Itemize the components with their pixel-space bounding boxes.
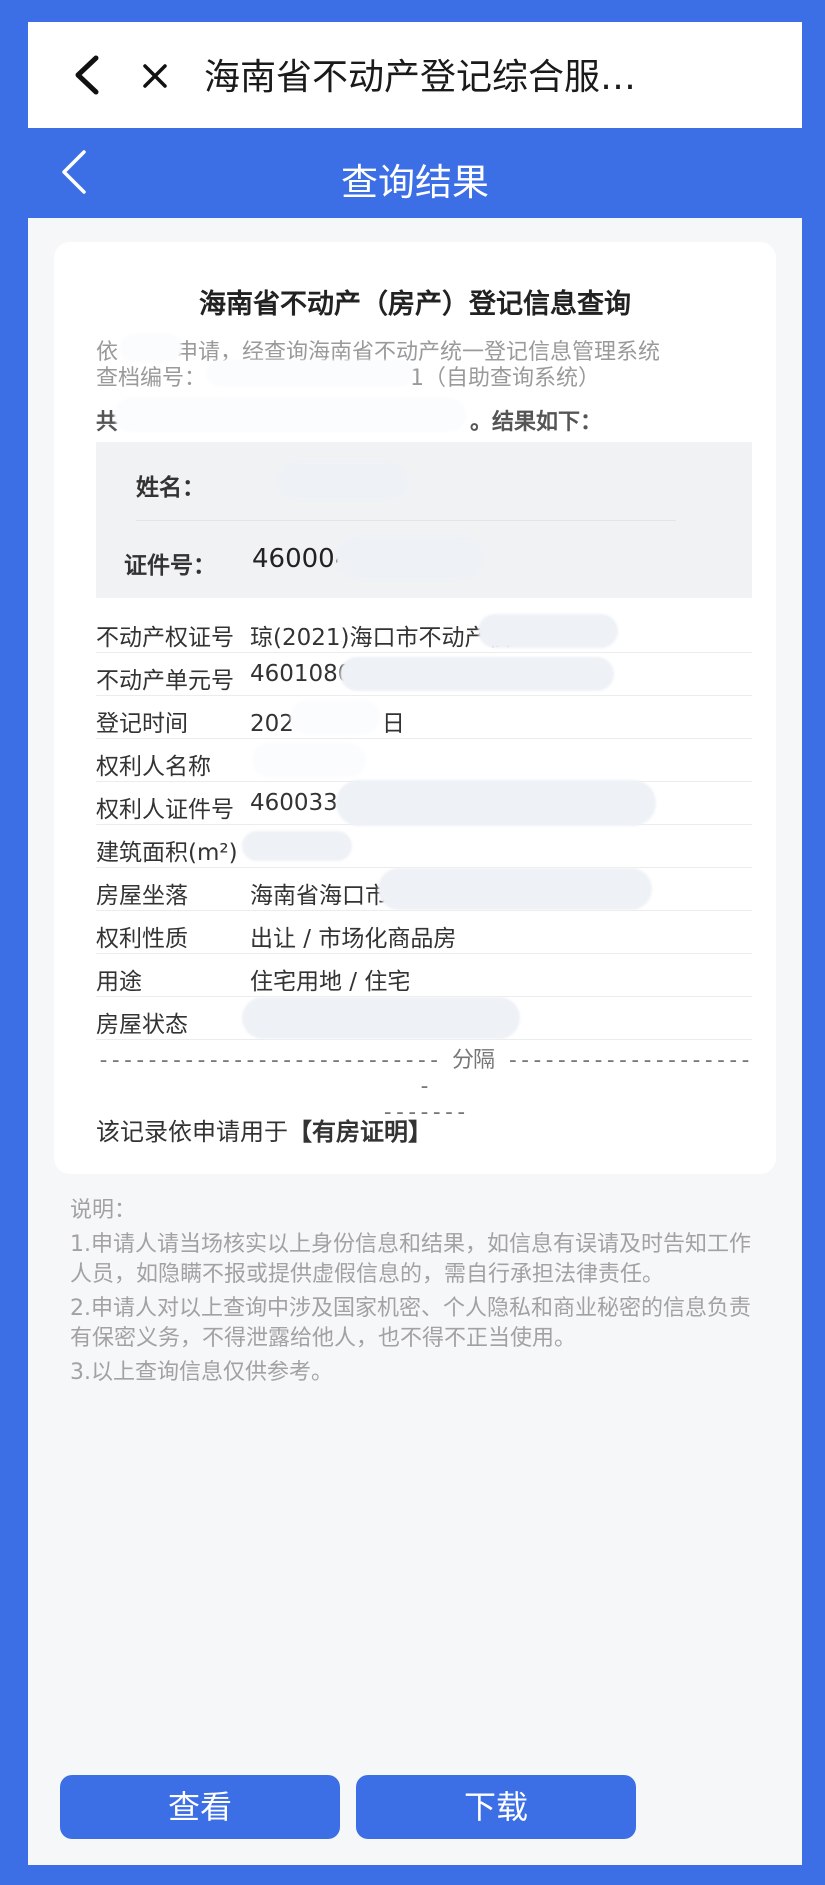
table-row: 用途 住宅用地 / 住宅 (96, 954, 752, 997)
redaction (242, 997, 520, 1039)
page-title: 查询结果 (341, 161, 489, 204)
notes-heading: 说明： (70, 1198, 137, 1223)
property-table: 不动产权证号 琼(2021)海口市不动产权 不动产单元号 4601080 登记时… (96, 610, 752, 1040)
card-title: 海南省不动产（房产）登记信息查询 (199, 289, 631, 320)
redaction (336, 536, 484, 580)
table-row: 不动产权证号 琼(2021)海口市不动产权 (96, 610, 752, 653)
field-value: 住宅用地 / 住宅 (250, 969, 411, 995)
table-row: 建筑面积(m²) (96, 825, 752, 868)
view-button[interactable]: 查看 (60, 1775, 340, 1839)
field-value: 出让 / 市场化商品房 (250, 926, 457, 952)
field-label: 房屋坐落 (96, 883, 188, 909)
name-label: 姓名： (136, 475, 205, 501)
table-row: 不动产单元号 4601080 (96, 653, 752, 696)
window-title: 海南省不动产登记综合服… (204, 57, 637, 98)
field-label: 不动产权证号 (96, 625, 234, 651)
field-label: 建筑面积(m²) (96, 840, 238, 866)
table-row: 权利人证件号 4600331 (96, 780, 752, 826)
identity-box: 姓名： 证件号： 460004 (96, 442, 752, 598)
usage-purpose: 【有房证明】 (288, 1118, 432, 1146)
field-value: 4601080 (250, 661, 353, 687)
note-item: 1.申请人请当场核实以上身份信息和结果，如信息有误请及时告知工作人员，如隐瞒不报… (70, 1232, 751, 1287)
field-label: 用途 (96, 969, 142, 995)
window-topbar: 海南省不动产登记综合服… (28, 22, 802, 128)
field-label: 权利人名称 (96, 754, 211, 780)
note-item: 3.以上查询信息仅供参考。 (70, 1360, 333, 1385)
page-header: 查询结果 (28, 128, 802, 218)
table-row: 权利性质 出让 / 市场化商品房 (96, 911, 752, 954)
field-label: 登记时间 (96, 711, 188, 737)
field-label: 权利性质 (96, 926, 188, 952)
redaction (276, 462, 408, 500)
table-row: 登记时间 202 日 (96, 696, 752, 739)
table-row: 房屋坐落 海南省海口市 (96, 868, 752, 911)
field-label: 不动产单元号 (96, 668, 234, 694)
usage-text: 该记录依申请用于【有房证明】 (96, 1118, 432, 1146)
close-icon[interactable] (140, 58, 170, 92)
download-button[interactable]: 下载 (356, 1775, 636, 1839)
field-value: 琼(2021)海口市不动产权 (250, 625, 511, 651)
redaction (378, 868, 652, 910)
app-frame: 海南省不动产登记综合服… 查询结果 海南省不动产（房产）登记信息查询 依申请，经… (28, 22, 802, 1865)
field-value: 海南省海口市 (250, 883, 388, 909)
redaction (242, 831, 352, 861)
id-number-label: 证件号： (124, 553, 216, 579)
redaction (206, 360, 414, 386)
back-arrow-icon[interactable] (68, 52, 108, 98)
redaction (478, 614, 618, 648)
table-row: 权利人名称 (96, 739, 752, 782)
note-item: 2.申请人对以上查询中涉及国家机密、个人隐私和商业秘密的信息负责有保密义务，不得… (70, 1296, 751, 1351)
field-label: 权利人证件号 (96, 797, 234, 823)
notes-section: 说明： 1.申请人请当场核实以上身份信息和结果，如信息有误请及时告知工作人员，如… (70, 1196, 770, 1392)
intro-line-2: 查档编号： 1（自助查询系统） (96, 366, 601, 391)
redaction (114, 398, 466, 432)
divider (136, 520, 676, 521)
redaction (290, 700, 380, 734)
redaction (252, 743, 366, 777)
redaction (120, 334, 182, 362)
table-row: 房屋状态 (96, 997, 752, 1040)
redaction (336, 780, 656, 826)
redaction (340, 657, 614, 691)
result-card: 海南省不动产（房产）登记信息查询 依申请，经查询海南省不动产统一登记信息管理系统… (54, 242, 776, 1174)
field-label: 房屋状态 (96, 1012, 188, 1038)
